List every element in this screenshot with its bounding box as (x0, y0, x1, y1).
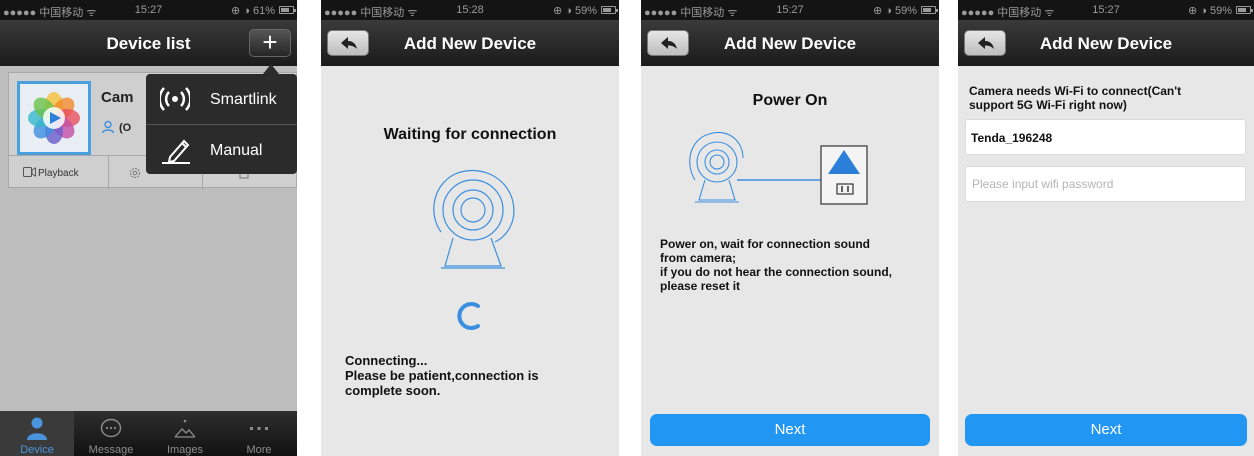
nav-bar: Add New Device (321, 20, 619, 66)
nav-bar: Add New Device (641, 20, 939, 66)
message-line: Connecting... (345, 353, 428, 368)
playback-label: Playback (38, 168, 79, 179)
battery-icon (601, 6, 618, 14)
wifi-ssid-field[interactable]: Tenda_196248 (965, 119, 1246, 155)
tab-images[interactable]: Images (148, 411, 222, 456)
person-icon (27, 417, 47, 440)
message-line: Power on, wait for connection sound (660, 237, 871, 251)
battery-percent: ⊕ ◑ 59% (1188, 5, 1232, 17)
wireless-signal-icon (160, 87, 190, 111)
status-bar: ●●●●● 中国移动 ᯤ 15:27 ⊕ ◑ 59% (641, 0, 939, 20)
video-icon (23, 167, 36, 177)
battery-percent: ⊕ ◑ 59% (873, 5, 917, 17)
nav-bar: Add New Device (958, 20, 1254, 66)
next-button[interactable]: Next (965, 414, 1247, 446)
message-line: Please be patient,connection is (345, 368, 539, 383)
label-line: support 5G Wi-Fi right now) (969, 98, 1127, 112)
battery-icon (1236, 6, 1253, 14)
waiting-screen: ●●●●● 中国移动 ᯤ 15:28 ⊕ ◑ 59% Add New Devic… (321, 0, 619, 456)
page-title: Add New Device (403, 34, 537, 53)
tab-bar: Device Message Images More (0, 411, 297, 456)
wifi-requirement-label: Camera needs Wi-Fi to connect(Can't supp… (969, 84, 1239, 112)
more-dots-icon (250, 427, 268, 430)
menu-item-label: Smartlink (210, 91, 277, 108)
power-heading: Power On (752, 92, 828, 109)
ssid-value: Tenda_196248 (971, 131, 1053, 145)
message-line: from camera; (660, 251, 737, 265)
message-line: complete soon. (345, 383, 441, 398)
status-bar: ●●●●● 中国移动 ᯤ 15:28 ⊕ ◑ 59% (321, 0, 619, 20)
device-name: Cam (101, 89, 134, 106)
tab-label: Device (20, 444, 54, 456)
message-line: if you do not hear the connection sound, (660, 265, 892, 279)
battery-fill (603, 8, 611, 12)
battery-icon (279, 6, 296, 14)
nav-bar: Device list + (0, 20, 297, 66)
chat-bubble-icon (100, 418, 122, 438)
power-on-screen: ●●●●● 中国移动 ᯤ 15:27 ⊕ ◑ 59% Add New Devic… (641, 0, 939, 456)
loading-spinner-icon (457, 302, 480, 330)
wifi-password-input[interactable] (966, 167, 1245, 201)
battery-icon (921, 6, 938, 14)
tab-message[interactable]: Message (74, 411, 148, 456)
tab-more[interactable]: More (222, 411, 296, 456)
connecting-message: Connecting... Please be patient,connecti… (345, 353, 605, 398)
add-device-menu: Smartlink Manual (146, 74, 297, 174)
page-title: Add New Device (723, 34, 857, 53)
wifi-setup-screen: ●●●●● 中国移动 ᯤ 15:27 ⊕ ◑ 59% Add New Devic… (958, 0, 1254, 456)
power-instructions: Power on, wait for connection sound from… (660, 237, 930, 293)
message-line: please reset it (660, 279, 741, 293)
tab-label: More (246, 444, 272, 456)
label-line: Camera needs Wi-Fi to connect(Can't (969, 84, 1182, 98)
battery-percent: ⊕ ◑ 59% (553, 5, 597, 17)
device-list-screen: ●●●●● 中国移动 ᯤ 15:27 ⊕ ◑ 61% Device list + (0, 0, 297, 456)
menu-item-label: Manual (210, 142, 263, 159)
user-icon (101, 120, 115, 134)
status-bar: ●●●●● 中国移动 ᯤ 15:27 ⊕ ◑ 61% (0, 0, 297, 20)
battery-fill (923, 8, 931, 12)
wifi-password-field[interactable] (965, 166, 1246, 202)
tab-device[interactable]: Device (0, 411, 74, 456)
picture-icon (174, 419, 196, 438)
device-thumbnail[interactable] (17, 81, 91, 155)
menu-item-manual[interactable]: Manual (146, 125, 297, 175)
next-button[interactable]: Next (650, 414, 930, 446)
pencil-icon (162, 139, 190, 164)
tab-label: Images (166, 444, 204, 456)
waiting-heading: Waiting for connection (383, 126, 557, 143)
menu-item-smartlink[interactable]: Smartlink (146, 74, 297, 124)
add-device-button[interactable]: + (249, 29, 291, 57)
camera-illustration-icon (433, 169, 515, 269)
popup-arrow (263, 64, 279, 74)
device-status: (O (119, 122, 132, 134)
tab-label: Message (88, 444, 134, 456)
gear-icon (130, 168, 140, 178)
battery-fill (281, 8, 289, 12)
photos-flower-icon (20, 84, 88, 152)
battery-percent: ⊕ ◑ 61% (231, 5, 275, 17)
status-bar: ●●●●● 中国移动 ᯤ 15:27 ⊕ ◑ 59% (958, 0, 1254, 20)
playback-button[interactable]: Playback (9, 156, 109, 190)
camera-plug-illustration-icon (689, 132, 868, 205)
battery-fill (1238, 8, 1246, 12)
page-title: Add New Device (1039, 34, 1173, 53)
